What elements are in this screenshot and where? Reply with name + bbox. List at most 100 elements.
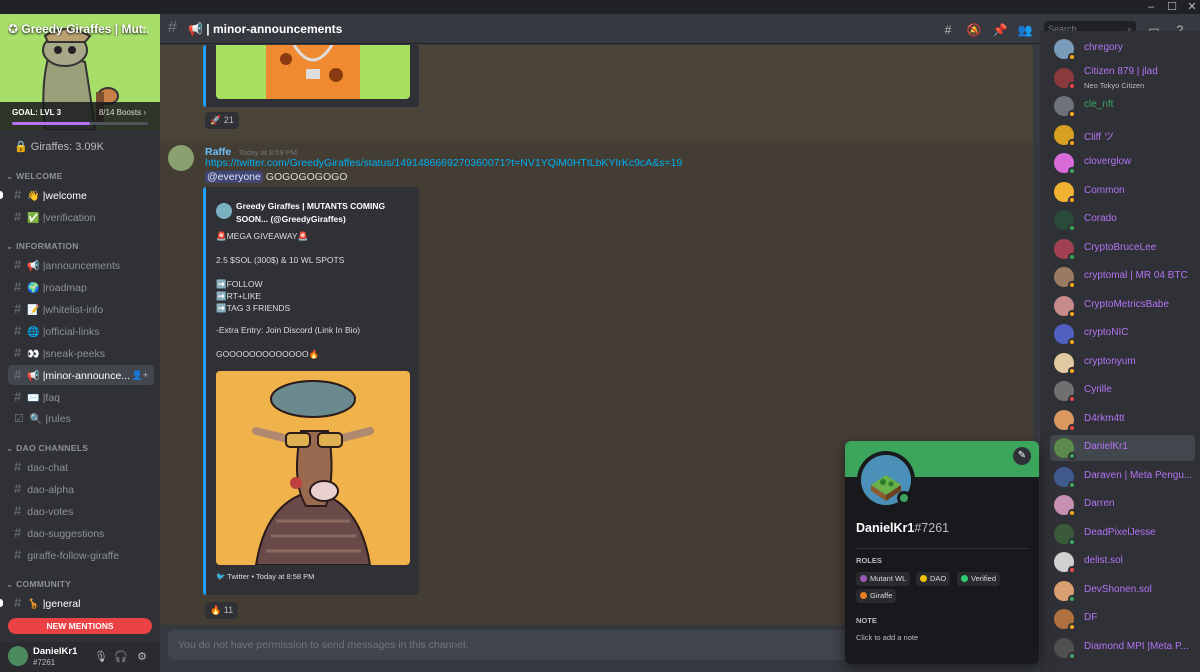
category-dao[interactable]: ⌄ DAO CHANNELS — [6, 443, 88, 454]
channel-official-links[interactable]: # 🌐 |official-links — [8, 321, 154, 341]
avatar[interactable] — [8, 646, 28, 666]
headphones-icon[interactable]: 🎧 — [114, 650, 128, 664]
member-item[interactable]: Corado — [1050, 207, 1195, 233]
category-community[interactable]: ⌄ COMMUNITY — [6, 579, 71, 590]
member-item[interactable]: Common — [1050, 179, 1195, 205]
category-information[interactable]: ⌄ INFORMATION — [6, 241, 79, 252]
server-banner[interactable]: ✪ Greedy Giraffes | Mut... ⌄ GOAL: LVL 3… — [0, 14, 160, 130]
threads-icon[interactable]: # — [940, 22, 956, 38]
embed-footer: 🐦 Twitter • Today at 8:58 PM — [216, 572, 314, 581]
avatar[interactable] — [168, 145, 194, 171]
channel-label: dao-alpha — [27, 484, 74, 496]
add-member-icon[interactable]: 👤+ — [132, 365, 148, 385]
member-item[interactable]: DevShonen.sol — [1050, 578, 1195, 604]
role-badge[interactable]: Verified — [957, 572, 1001, 586]
new-mentions-button[interactable]: NEW MENTIONS — [8, 618, 152, 634]
gear-icon[interactable]: ⚙ — [135, 650, 149, 664]
message-header: Raffe Today at 8:59 PM — [205, 144, 297, 158]
member-item[interactable]: CryptoMetricsBabe — [1050, 293, 1195, 319]
member-name: Common — [1084, 184, 1125, 196]
status-icon — [1068, 452, 1076, 460]
previous-embed — [203, 45, 419, 107]
role-badge[interactable]: DAO — [916, 572, 951, 586]
hash-icon: # — [14, 345, 22, 360]
boost-goal[interactable]: GOAL: LVL 3 8/14 Boosts › — [0, 102, 160, 130]
channel-dao-votes[interactable]: # dao-votes — [8, 501, 154, 521]
minimize-icon[interactable]: – — [1142, 0, 1160, 14]
channel-general[interactable]: # 🦒 |general — [8, 593, 154, 613]
member-item[interactable]: DeadPixelJesse — [1050, 521, 1195, 547]
message-timestamp: Today at 8:59 PM — [238, 148, 297, 157]
member-item[interactable]: delist.sol — [1050, 549, 1195, 575]
channel-minor-announcements[interactable]: # 📢 |minor-announce... 👤+ — [8, 365, 154, 385]
member-item[interactable]: Diamond MPI |Meta P... — [1050, 635, 1195, 661]
everyone-mention[interactable]: @everyone — [205, 171, 263, 183]
channel-roadmap[interactable]: # 🌍 |roadmap — [8, 277, 154, 297]
member-item[interactable]: Darren — [1050, 492, 1195, 518]
pin-icon[interactable]: 📌 — [992, 22, 1008, 38]
member-list-icon[interactable]: 👥 — [1017, 22, 1033, 38]
channel-verification[interactable]: # ✅ |verification — [8, 207, 154, 227]
member-item[interactable]: cle_nft — [1050, 93, 1195, 119]
channel-giraffe-follow-giraffe[interactable]: # giraffe-follow-giraffe — [8, 545, 154, 565]
channel-label: dao-suggestions — [27, 528, 105, 540]
reaction-rocket[interactable]: 🚀 21 — [205, 112, 239, 129]
member-item[interactable]: D4rkm4tt — [1050, 407, 1195, 433]
member-stat[interactable]: 🔒 Giraffes: 3.09K — [14, 140, 104, 153]
member-item[interactable]: Cliff ツ — [1050, 122, 1195, 148]
member-item[interactable]: cryptonyum — [1050, 350, 1195, 376]
channel-rules[interactable]: ☑ 🔍 |rules — [8, 409, 154, 429]
channel-dao-alpha[interactable]: # dao-alpha — [8, 479, 154, 499]
category-welcome[interactable]: ⌄ WELCOME — [6, 171, 63, 182]
channel-label: whitelist-info — [45, 304, 104, 316]
edit-icon[interactable]: ✎ — [1013, 447, 1031, 465]
lock-icon: 🔒 — [14, 141, 28, 153]
embed-image[interactable] — [216, 45, 410, 99]
avatar — [216, 203, 232, 219]
member-item[interactable]: chregory — [1050, 36, 1195, 62]
embed-line: 2.5 $SOL (300$) & 10 WL SPOTS — [216, 255, 345, 265]
member-name: Corado — [1084, 213, 1117, 224]
channel-sneak-peeks[interactable]: # 👀 |sneak-peeks — [8, 343, 154, 363]
hash-icon: # — [14, 301, 22, 316]
channel-label: dao-chat — [27, 462, 69, 474]
maximize-icon[interactable]: ☐ — [1163, 0, 1181, 14]
member-item[interactable]: Citizen 879 | jlad Neo Tokyo Citizen — [1050, 65, 1195, 91]
server-name[interactable]: ✪ Greedy Giraffes | Mut... — [8, 22, 148, 36]
channel-whitelist-info[interactable]: # 📝 |whitelist-info — [8, 299, 154, 319]
note-input[interactable]: Click to add a note — [856, 633, 918, 642]
channel-dao-chat[interactable]: # dao-chat — [8, 457, 154, 477]
hash-icon: # — [14, 503, 22, 518]
embed-author[interactable]: Greedy Giraffes | MUTANTS COMING SOON...… — [236, 200, 414, 226]
tweet-link[interactable]: https://twitter.com/GreedyGiraffes/statu… — [205, 157, 682, 169]
embed-footer-text: Twitter • Today at 8:58 PM — [227, 572, 315, 581]
close-icon[interactable]: ✕ — [1183, 0, 1200, 14]
member-item[interactable]: cloverglow — [1050, 150, 1195, 176]
member-item[interactable]: DF — [1050, 606, 1195, 632]
microphone-icon[interactable]: 🎙 — [94, 650, 108, 664]
role-badge[interactable]: Mutant WL — [856, 572, 911, 586]
role-color-icon — [920, 575, 927, 582]
channel-label: welcome — [45, 190, 87, 202]
channel-announcements[interactable]: # 📢 |announcements — [8, 255, 154, 275]
member-item[interactable]: DanielKr1 — [1050, 435, 1195, 461]
role-badge[interactable]: Giraffe — [856, 589, 897, 603]
reaction-fire[interactable]: 🔥 11 — [205, 602, 239, 619]
profile-tag: #7261 — [914, 521, 950, 535]
member-item[interactable]: CryptoBruceLee — [1050, 236, 1195, 262]
role-label: Mutant WL — [870, 574, 907, 583]
hash-icon: # — [14, 525, 22, 540]
channel-dao-suggestions[interactable]: # dao-suggestions — [8, 523, 154, 543]
member-item[interactable]: cryptomal | MR 04 BTC — [1050, 264, 1195, 290]
embed-image[interactable] — [216, 371, 410, 565]
mute-bell-icon[interactable]: 🔕 — [966, 22, 982, 38]
member-item[interactable]: Daraven | Meta Pengu... — [1050, 464, 1195, 490]
channel-title: 📢 | minor-announcements — [188, 22, 343, 36]
channel-emoji: ✉️ — [27, 393, 40, 404]
member-item[interactable]: Cyrille — [1050, 378, 1195, 404]
member-item[interactable]: cryptoNIC — [1050, 321, 1195, 347]
chevron-down-icon[interactable]: ⌄ — [140, 21, 148, 32]
channel-faq[interactable]: # ✉️ |faq — [8, 387, 154, 407]
channel-welcome[interactable]: # 👋 |welcome — [8, 185, 154, 205]
boost-goal-label: GOAL: LVL 3 — [12, 108, 62, 117]
